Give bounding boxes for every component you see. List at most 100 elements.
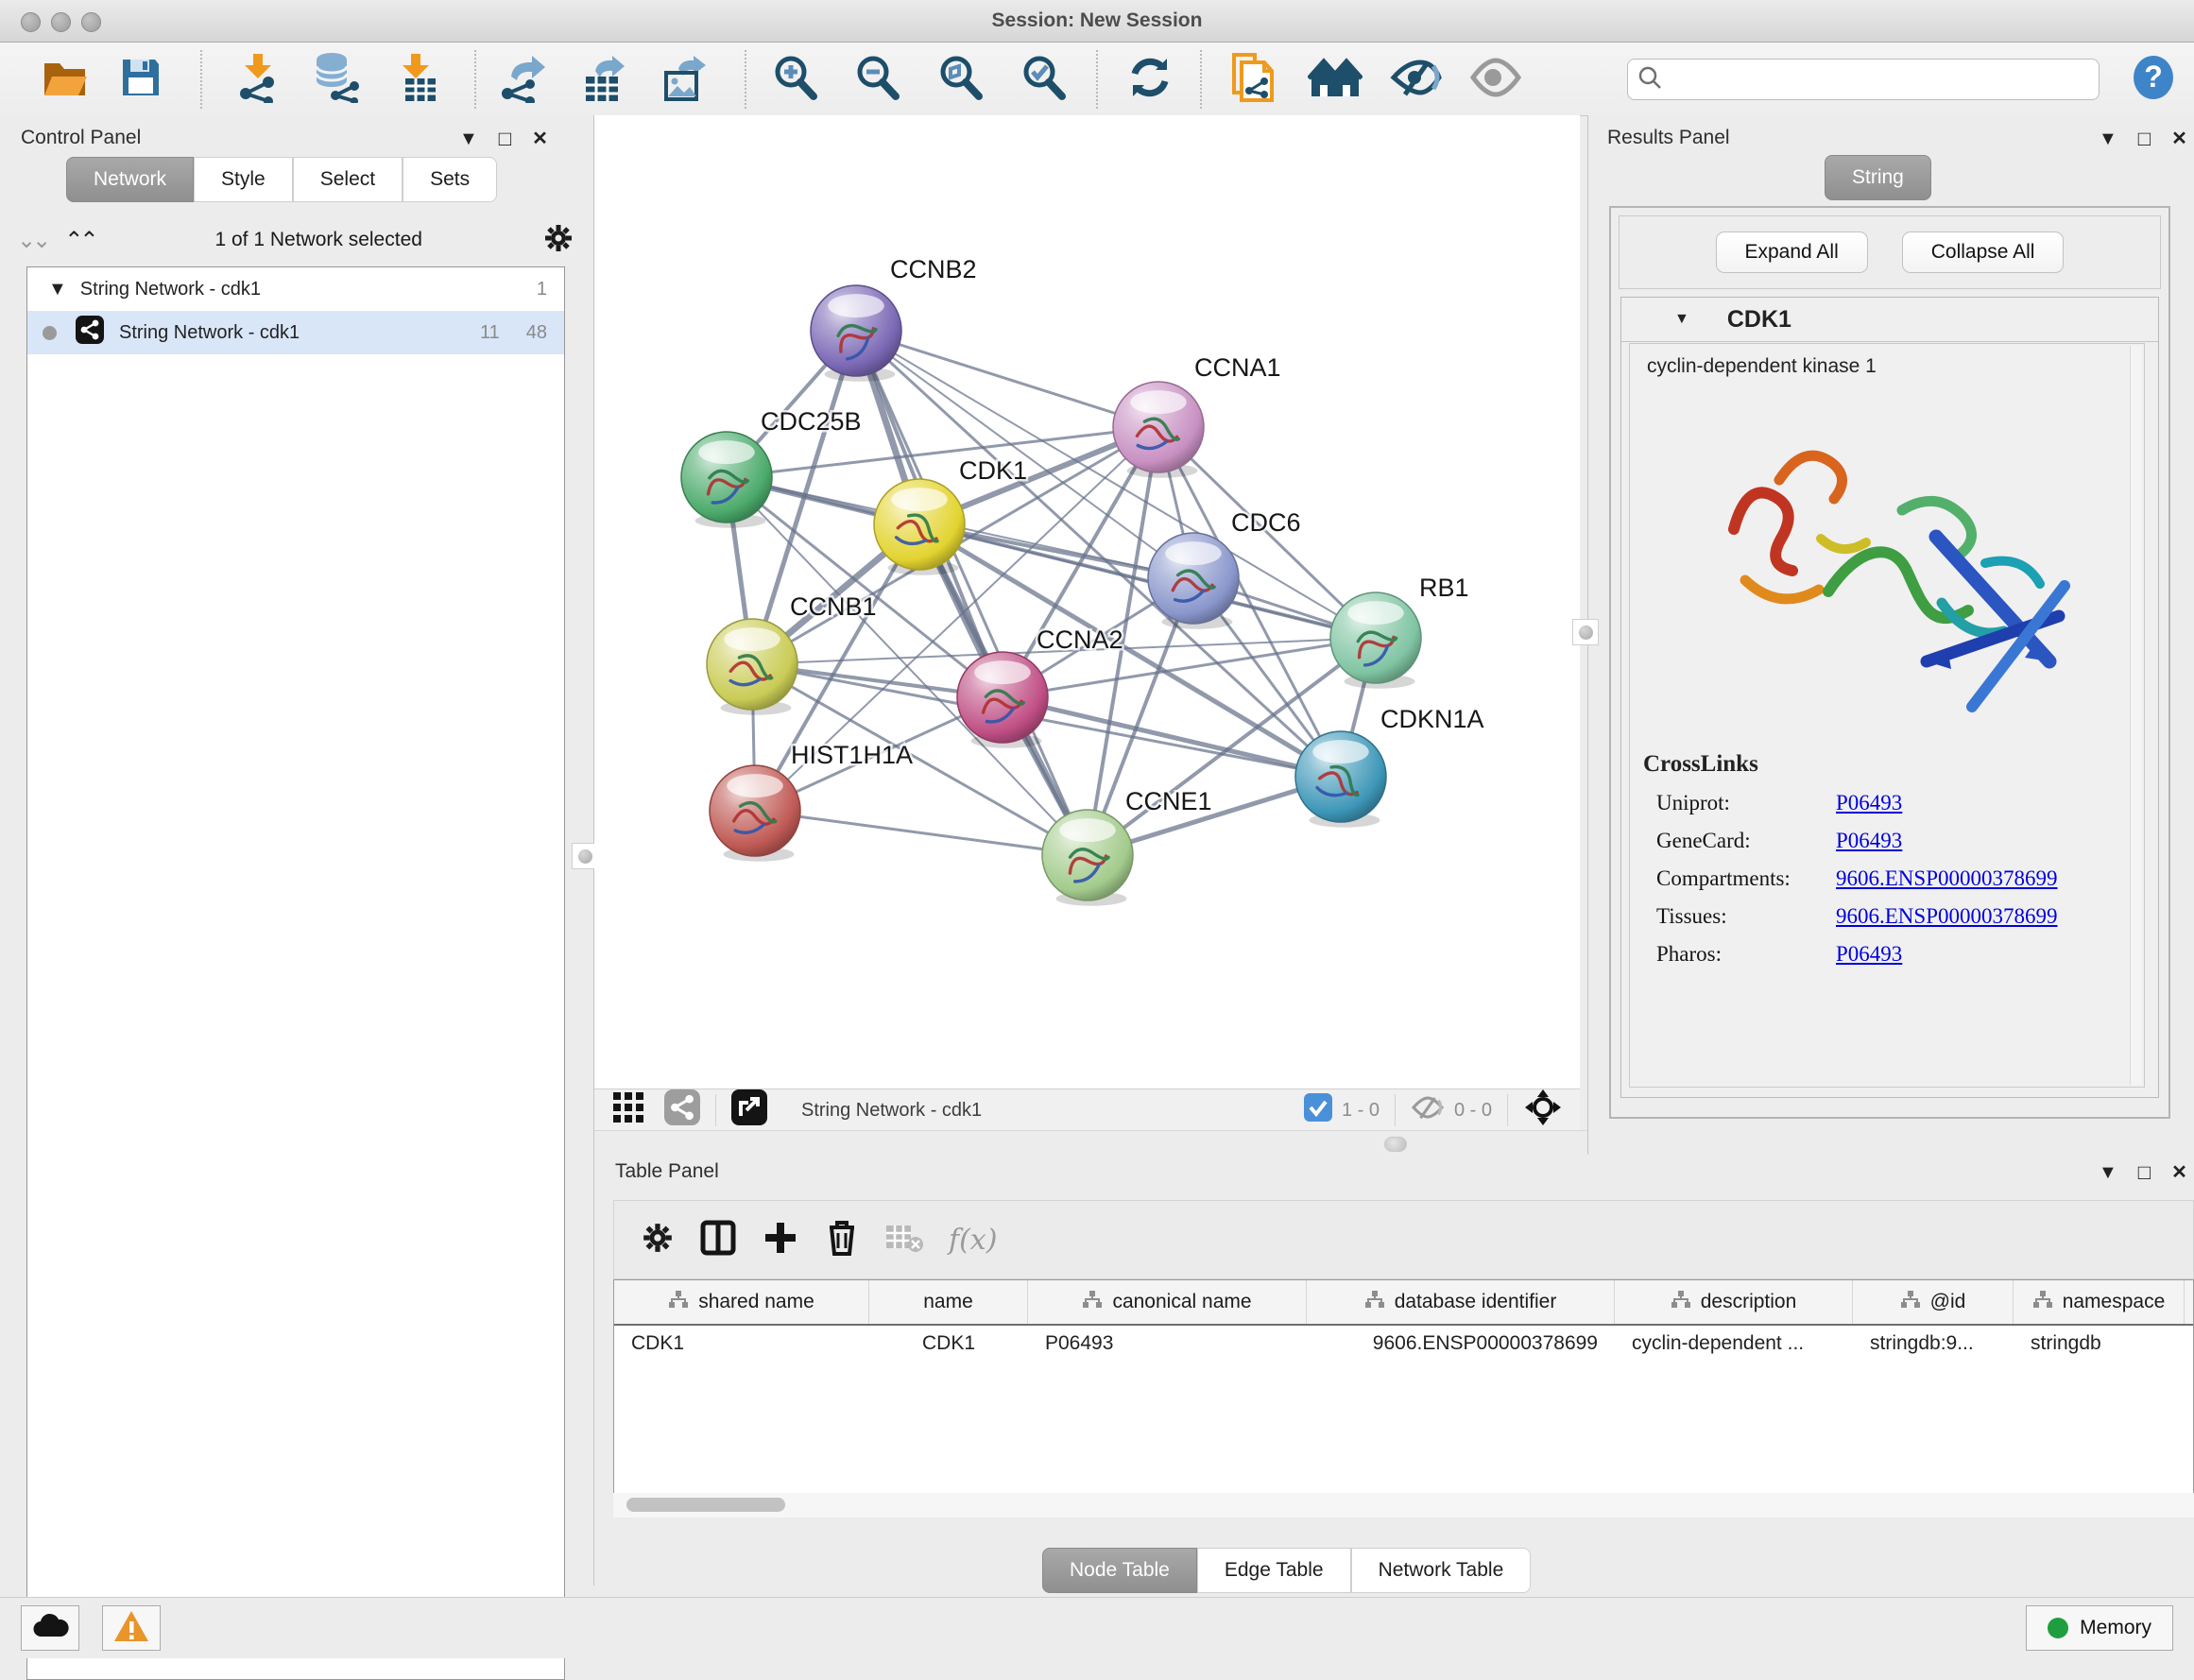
table-hscroll-thumb[interactable] — [626, 1498, 785, 1512]
network-node-CDKN1A[interactable]: CDKN1A — [1295, 705, 1484, 828]
results-scrollbar[interactable] — [2130, 346, 2142, 1085]
network-birdseye-toggle-icon[interactable] — [664, 1089, 700, 1131]
protein-structure-image — [1630, 378, 2144, 751]
import-network-button[interactable] — [232, 54, 283, 105]
export-table-button[interactable] — [578, 54, 629, 105]
zoom-selected-button[interactable] — [1019, 54, 1070, 105]
crosslink-link[interactable]: P06493 — [1836, 942, 1902, 967]
expand-all-button[interactable]: Expand All — [1716, 231, 1868, 273]
zoom-out-button[interactable] — [852, 54, 903, 105]
help-button[interactable]: ? — [2128, 54, 2179, 105]
search-input[interactable] — [1670, 68, 2089, 91]
column-header-canonical-name[interactable]: canonical name — [1028, 1280, 1307, 1324]
panel-collapse-icon[interactable]: ▼ — [2099, 1163, 2117, 1182]
panel-close-icon[interactable]: ✕ — [532, 129, 548, 148]
tab-string[interactable]: String — [1825, 155, 1931, 200]
cloud-button[interactable] — [21, 1605, 79, 1651]
column-header-shared-name[interactable]: shared name — [614, 1280, 869, 1324]
panel-float-icon[interactable]: □ — [2138, 1162, 2151, 1183]
apply-layout-button[interactable] — [1124, 54, 1175, 105]
clone-network-button[interactable] — [1226, 54, 1277, 105]
network-node-CCNE1[interactable]: CCNE1 — [1042, 787, 1212, 906]
hierarchy-icon — [668, 1290, 689, 1314]
memory-button[interactable]: Memory — [2026, 1605, 2173, 1651]
column-header-namespace[interactable]: namespace — [2014, 1280, 2185, 1324]
panel-float-icon[interactable]: □ — [2138, 129, 2151, 149]
tree-expander-icon[interactable]: ▼ — [48, 279, 67, 300]
show-columns-icon[interactable] — [699, 1219, 737, 1261]
detach-view-icon[interactable] — [731, 1089, 767, 1131]
hide-unhide-button[interactable] — [1391, 54, 1442, 105]
network-node-RB1[interactable]: RB1 — [1330, 574, 1469, 689]
export-network-button[interactable] — [497, 54, 548, 105]
tab-node-table[interactable]: Node Table — [1042, 1548, 1197, 1593]
card-expander-icon[interactable]: ▼ — [1674, 311, 1689, 328]
column-header-database-identifier[interactable]: database identifier — [1307, 1280, 1615, 1324]
tab-edge-table[interactable]: Edge Table — [1197, 1548, 1351, 1593]
toolbar-separator — [474, 50, 476, 109]
hierarchy-icon — [1671, 1290, 1691, 1314]
network-node-HIST1H1A[interactable]: HIST1H1A — [710, 741, 913, 862]
save-session-button[interactable] — [115, 54, 166, 105]
column-header--id[interactable]: @id — [1853, 1280, 2014, 1324]
toolbar-search[interactable] — [1627, 59, 2100, 100]
network-collection-label: String Network - cdk1 — [80, 279, 261, 300]
crosslink-label: Tissues: — [1656, 904, 1836, 929]
export-image-button[interactable] — [660, 54, 711, 105]
delete-column-icon[interactable] — [824, 1218, 860, 1262]
table-row[interactable]: CDK1CDK1P064939606.ENSP00000378699cyclin… — [614, 1326, 2193, 1362]
column-header-description[interactable]: description — [1615, 1280, 1853, 1324]
crosslink-link[interactable]: 9606.ENSP00000378699 — [1836, 904, 2058, 929]
import-table-icon — [396, 52, 439, 108]
tab-network[interactable]: Network — [66, 157, 194, 202]
panel-collapse-icon[interactable]: ▼ — [459, 129, 478, 148]
left-splitter[interactable] — [580, 115, 588, 1089]
crosslink-link[interactable]: P06493 — [1836, 829, 1902, 853]
tab-select[interactable]: Select — [293, 157, 403, 202]
zoom-fit-button[interactable] — [935, 54, 986, 105]
network-row[interactable]: String Network - cdk1 11 48 — [27, 311, 564, 354]
function-builder-icon: f(x) — [949, 1224, 997, 1257]
open-file-button[interactable] — [40, 54, 91, 105]
node-label-CDK1: CDK1 — [959, 456, 1027, 485]
control-panel: Control Panel ▼ □ ✕ Network Style Select… — [0, 115, 594, 1586]
network-collection-row[interactable]: ▼ String Network - cdk1 1 — [27, 267, 564, 311]
import-table-button[interactable] — [392, 54, 443, 105]
crosslink-row: Compartments:9606.ENSP00000378699 — [1656, 866, 2144, 891]
zoom-in-button[interactable] — [770, 54, 821, 105]
panel-close-icon[interactable]: ✕ — [2171, 1163, 2187, 1182]
import-network-from-database-button[interactable] — [310, 54, 361, 105]
panel-close-icon[interactable]: ✕ — [2171, 129, 2187, 148]
crosslink-link[interactable]: P06493 — [1836, 791, 1902, 815]
hidden-eye-icon — [1411, 1093, 1445, 1127]
panel-float-icon[interactable]: □ — [499, 129, 511, 149]
expand-all-networks-icon[interactable]: ⌃⌃ — [64, 227, 94, 254]
collapse-all-networks-icon[interactable]: ⌄⌄ — [17, 227, 47, 254]
tab-network-table[interactable]: Network Table — [1351, 1548, 1532, 1593]
table-toolbar: f(x) — [613, 1200, 2194, 1279]
network-options-gear-icon[interactable] — [542, 222, 574, 259]
crosslink-link[interactable]: 9606.ENSP00000378699 — [1836, 866, 2058, 891]
export-image-icon — [661, 52, 709, 108]
horizontal-splitter-handle[interactable] — [1384, 1137, 1407, 1152]
right-splitter-handle[interactable] — [1572, 619, 1599, 645]
network-node-CDC6[interactable]: CDC6 — [1148, 508, 1301, 629]
network-canvas[interactable]: CCNB2CCNA1CDC25BCDK1CDC6RB1CCNB1CCNA2CDK… — [594, 115, 1580, 1089]
warning-button[interactable] — [102, 1605, 161, 1651]
network-node-CCNB1[interactable]: CCNB1 — [707, 592, 877, 715]
column-header-name[interactable]: name — [869, 1280, 1028, 1324]
tab-sets[interactable]: Sets — [403, 157, 497, 202]
add-column-icon[interactable] — [762, 1219, 799, 1261]
tab-style[interactable]: Style — [194, 157, 293, 202]
network-node-CDC25B[interactable]: CDC25B — [681, 407, 862, 528]
panel-collapse-icon[interactable]: ▼ — [2099, 129, 2117, 148]
birdseye-crosshair-icon[interactable] — [1523, 1088, 1563, 1133]
window-titlebar: Session: New Session — [0, 0, 2194, 43]
collapse-all-button[interactable]: Collapse All — [1902, 231, 2065, 273]
table-settings-gear-icon[interactable] — [641, 1221, 675, 1260]
show-graphics-button[interactable] — [1470, 54, 1521, 105]
grid-view-icon[interactable] — [611, 1090, 645, 1130]
network-node-CCNA1[interactable]: CCNA1 — [1113, 353, 1281, 478]
node-label-CCNB1: CCNB1 — [790, 592, 877, 621]
string-home-button[interactable] — [1310, 54, 1361, 105]
